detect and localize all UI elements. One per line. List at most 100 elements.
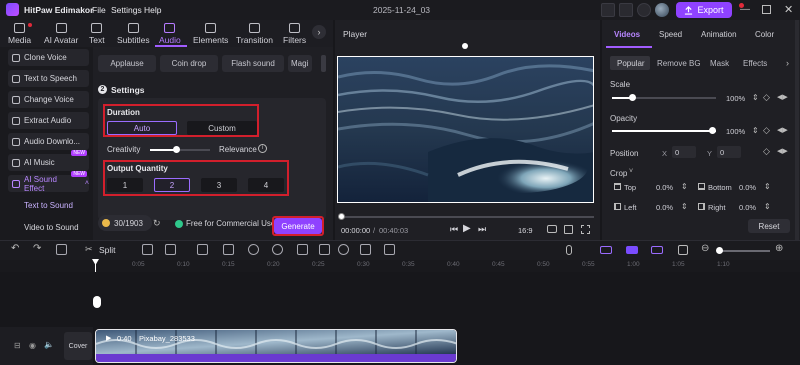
close-icon[interactable]: ✕: [784, 3, 793, 16]
rotate-handle-icon[interactable]: [462, 43, 468, 49]
delete-icon[interactable]: [56, 244, 67, 255]
crop-chevron-icon[interactable]: ˅: [629, 168, 633, 175]
subtab-effects[interactable]: Effects: [743, 59, 767, 68]
tab-transition[interactable]: Transition: [236, 23, 273, 47]
crop-bottom-stepper-icon[interactable]: ⇕: [764, 182, 771, 191]
track-visibility-icon[interactable]: ◉: [29, 341, 36, 350]
tab-media[interactable]: Media: [8, 23, 31, 47]
video-clip[interactable]: ▶ 0:40 Pixabay_283533: [95, 329, 457, 363]
snapshot-icon[interactable]: [547, 225, 557, 233]
opacity-keyframe-icon[interactable]: ◇: [763, 125, 770, 136]
quantity-option-1[interactable]: 1: [107, 178, 143, 192]
subtab-popular[interactable]: Popular: [617, 59, 645, 68]
tab-audio[interactable]: Audio: [159, 23, 181, 47]
playback-progress-track[interactable]: [341, 216, 594, 218]
fit-icon[interactable]: [678, 245, 688, 255]
scale-value[interactable]: 100%: [726, 94, 745, 103]
duration-custom-option[interactable]: Custom: [187, 121, 257, 135]
avatar[interactable]: [655, 3, 669, 17]
position-y-input[interactable]: 0: [717, 146, 741, 158]
crop-top-value[interactable]: 0.0%: [656, 183, 673, 192]
opacity-slider-handle[interactable]: [709, 127, 716, 134]
zoom-slider-handle[interactable]: [716, 247, 723, 254]
refresh-icon[interactable]: ↻: [153, 218, 161, 229]
tab-filters[interactable]: Filters: [283, 23, 306, 47]
mask-icon[interactable]: [142, 244, 153, 255]
play-icon[interactable]: ▶: [463, 223, 471, 234]
subtabs-next-icon[interactable]: ›: [786, 58, 789, 68]
opacity-prev-keyframe-icon[interactable]: ◀▶: [777, 126, 788, 134]
text-tool-icon[interactable]: [165, 244, 176, 255]
keyboard-icon[interactable]: [619, 3, 633, 17]
face-icon[interactable]: [338, 244, 349, 255]
export-button[interactable]: Export: [676, 2, 732, 18]
preset-magic[interactable]: Magi: [288, 55, 312, 72]
info-icon[interactable]: i: [258, 144, 267, 153]
sidebar-item-ai-sound-effect[interactable]: AI Sound Effect ˄ NEW: [8, 171, 89, 193]
maximize-icon[interactable]: [762, 5, 771, 14]
sidebar-item-change-voice[interactable]: Change Voice: [8, 91, 89, 108]
cover-button[interactable]: Cover: [64, 332, 92, 360]
tab-text[interactable]: Text: [89, 23, 105, 47]
crop-right-stepper-icon[interactable]: ⇕: [764, 202, 771, 211]
quantity-option-3[interactable]: 3: [201, 178, 237, 192]
ai-tool-icon[interactable]: [197, 244, 208, 255]
preset-coin-drop[interactable]: Coin drop: [160, 55, 218, 72]
crop-left-stepper-icon[interactable]: ⇕: [681, 202, 688, 211]
position-x-input[interactable]: 0: [672, 146, 696, 158]
crop-bottom-value[interactable]: 0.0%: [739, 183, 756, 192]
properties-scrollbar[interactable]: [795, 20, 799, 240]
subitem-video-to-sound[interactable]: Video to Sound: [24, 223, 79, 232]
crop-top-stepper-icon[interactable]: ⇕: [681, 182, 688, 191]
tab-subtitles[interactable]: Subtitles: [117, 23, 150, 47]
transcribe-icon[interactable]: [360, 244, 371, 255]
menu-settings[interactable]: Settings: [111, 5, 142, 15]
sidebar-item-clone-voice[interactable]: Clone Voice: [8, 49, 89, 66]
ratio-icon[interactable]: [384, 244, 395, 255]
magnet-snap-icon[interactable]: [626, 246, 638, 254]
previous-frame-icon[interactable]: ⏮: [450, 224, 458, 235]
fullscreen-icon[interactable]: [581, 225, 590, 234]
video-preview[interactable]: [337, 56, 594, 203]
sidebar-item-ai-music[interactable]: AI Music NEW: [8, 150, 89, 171]
crop-icon[interactable]: [564, 225, 573, 234]
subtab-remove-bg[interactable]: Remove BG: [657, 59, 701, 68]
tab-speed[interactable]: Speed: [659, 30, 682, 39]
generate-button[interactable]: Generate: [274, 218, 322, 234]
track-lock-icon[interactable]: ⊟: [14, 341, 21, 350]
position-prev-keyframe-icon[interactable]: ◀▶: [777, 147, 788, 155]
crop-left-value[interactable]: 0.0%: [656, 203, 673, 212]
scale-stepper-icon[interactable]: ⇕: [752, 93, 759, 102]
sidebar-item-audio-download[interactable]: Audio Downlo...: [8, 133, 89, 150]
preset-flash-sound[interactable]: Flash sound: [222, 55, 284, 72]
reset-button[interactable]: Reset: [748, 219, 790, 233]
subitem-text-to-sound[interactable]: Text to Sound: [24, 201, 73, 210]
preset-applause[interactable]: Applause: [98, 55, 156, 72]
track-mute-icon[interactable]: 🔈: [44, 340, 54, 349]
link-icon[interactable]: [600, 246, 612, 254]
sidebar-item-text-to-speech[interactable]: Text to Speech: [8, 70, 89, 87]
zoom-out-icon[interactable]: ⊖: [701, 243, 709, 254]
redo-icon[interactable]: ↷: [33, 243, 41, 254]
layout-icon[interactable]: [601, 3, 615, 17]
position-keyframe-icon[interactable]: ◇: [763, 146, 770, 157]
tab-videos[interactable]: Videos: [614, 30, 640, 39]
crop-tool-icon[interactable]: [319, 244, 330, 255]
split-button[interactable]: Split: [99, 245, 116, 255]
crop-right-value[interactable]: 0.0%: [739, 203, 756, 212]
scale-slider-handle[interactable]: [629, 94, 636, 101]
subtab-mask[interactable]: Mask: [710, 59, 729, 68]
tabs-next-icon[interactable]: ›: [312, 25, 326, 39]
duration-auto-option[interactable]: Auto: [107, 121, 177, 135]
menu-file[interactable]: File: [92, 5, 106, 15]
menu-help[interactable]: Help: [144, 5, 161, 15]
ripple-icon[interactable]: [651, 246, 663, 254]
color-picker-icon[interactable]: [223, 244, 234, 255]
help-circle-icon[interactable]: [637, 3, 651, 17]
quantity-option-4[interactable]: 4: [248, 178, 284, 192]
undo-icon[interactable]: ↶: [11, 243, 19, 254]
playback-progress-handle[interactable]: [338, 213, 345, 220]
minimize-icon[interactable]: —: [740, 4, 750, 15]
scale-prev-keyframe-icon[interactable]: ◀▶: [777, 93, 788, 101]
aspect-ratio-select[interactable]: 16:9: [518, 226, 533, 235]
